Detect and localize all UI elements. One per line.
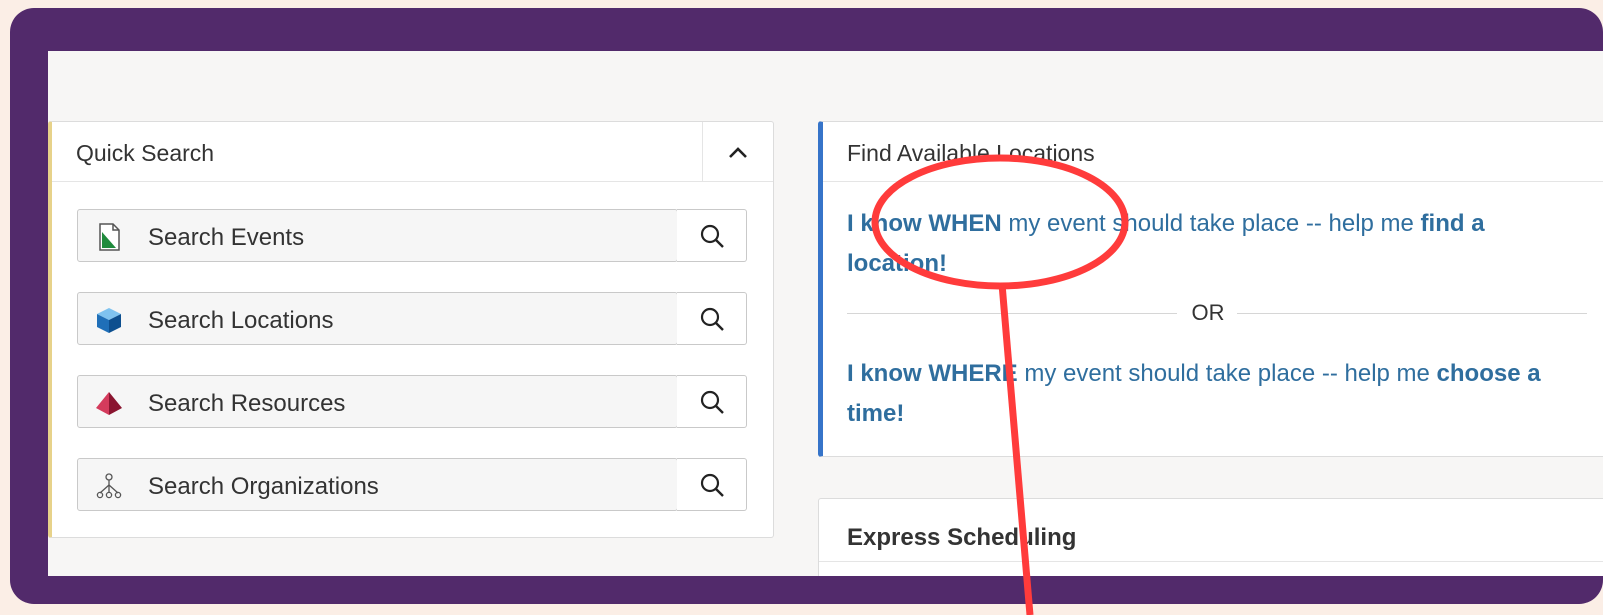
- express-scheduling-title: Express Scheduling: [847, 524, 1077, 551]
- or-divider: OR: [847, 298, 1587, 328]
- search-icon: [700, 224, 724, 248]
- search-resources-go[interactable]: [677, 375, 747, 428]
- search-icon: [700, 307, 724, 331]
- chevron-up-icon: [729, 146, 747, 158]
- search-organizations-row: Search Organizations: [77, 458, 747, 513]
- or-text: OR: [1191, 300, 1225, 325]
- search-icon: [700, 390, 724, 414]
- search-organizations-go[interactable]: [677, 458, 747, 511]
- purple-frame: Quick Search Search Events Search Locati…: [10, 8, 1603, 604]
- quick-search-header: Quick Search: [52, 122, 773, 182]
- search-organizations-button[interactable]: Search Organizations: [77, 458, 678, 511]
- express-scheduling-panel: Express Scheduling: [818, 498, 1603, 576]
- divider-line-left: [847, 313, 1177, 314]
- know-where-bold: I know WHERE: [847, 360, 1018, 387]
- search-events-row: Search Events: [77, 209, 747, 264]
- search-events-button[interactable]: Search Events: [77, 209, 678, 262]
- know-when-middle: my event should take place -- help me: [1001, 210, 1421, 237]
- express-scheduling-divider: [819, 561, 1603, 562]
- search-locations-go[interactable]: [677, 292, 747, 345]
- know-when-link[interactable]: I know WHEN my event should take place -…: [847, 204, 1567, 284]
- search-icon: [700, 473, 724, 497]
- pyramid-icon: [96, 392, 122, 415]
- search-resources-button[interactable]: Search Resources: [77, 375, 678, 428]
- cube-icon: [97, 308, 121, 333]
- collapse-button[interactable]: [702, 122, 773, 181]
- find-locations-title: Find Available Locations: [847, 140, 1095, 166]
- search-locations-row: Search Locations: [77, 292, 747, 347]
- know-when-bold: I know WHEN: [847, 210, 1002, 237]
- quick-search-panel: Quick Search Search Events Search Locati…: [48, 121, 774, 538]
- org-chart-icon: [96, 473, 122, 499]
- search-resources-label: Search Resources: [148, 390, 346, 417]
- search-events-label: Search Events: [148, 224, 305, 251]
- quick-search-title: Quick Search: [76, 140, 215, 166]
- know-where-link[interactable]: I know WHERE my event should take place …: [847, 354, 1567, 434]
- search-events-go[interactable]: [677, 209, 747, 262]
- find-locations-header: Find Available Locations: [823, 122, 1603, 182]
- search-locations-label: Search Locations: [148, 307, 334, 334]
- document-icon: [99, 223, 120, 251]
- search-locations-button[interactable]: Search Locations: [77, 292, 678, 345]
- app-screen: Quick Search Search Events Search Locati…: [48, 51, 1603, 576]
- divider-line-right: [1237, 313, 1587, 314]
- find-available-locations-panel: Find Available Locations I know WHEN my …: [818, 121, 1603, 457]
- search-organizations-label: Search Organizations: [148, 473, 379, 500]
- search-resources-row: Search Resources: [77, 375, 747, 430]
- know-where-middle: my event should take place -- help me: [1017, 360, 1437, 387]
